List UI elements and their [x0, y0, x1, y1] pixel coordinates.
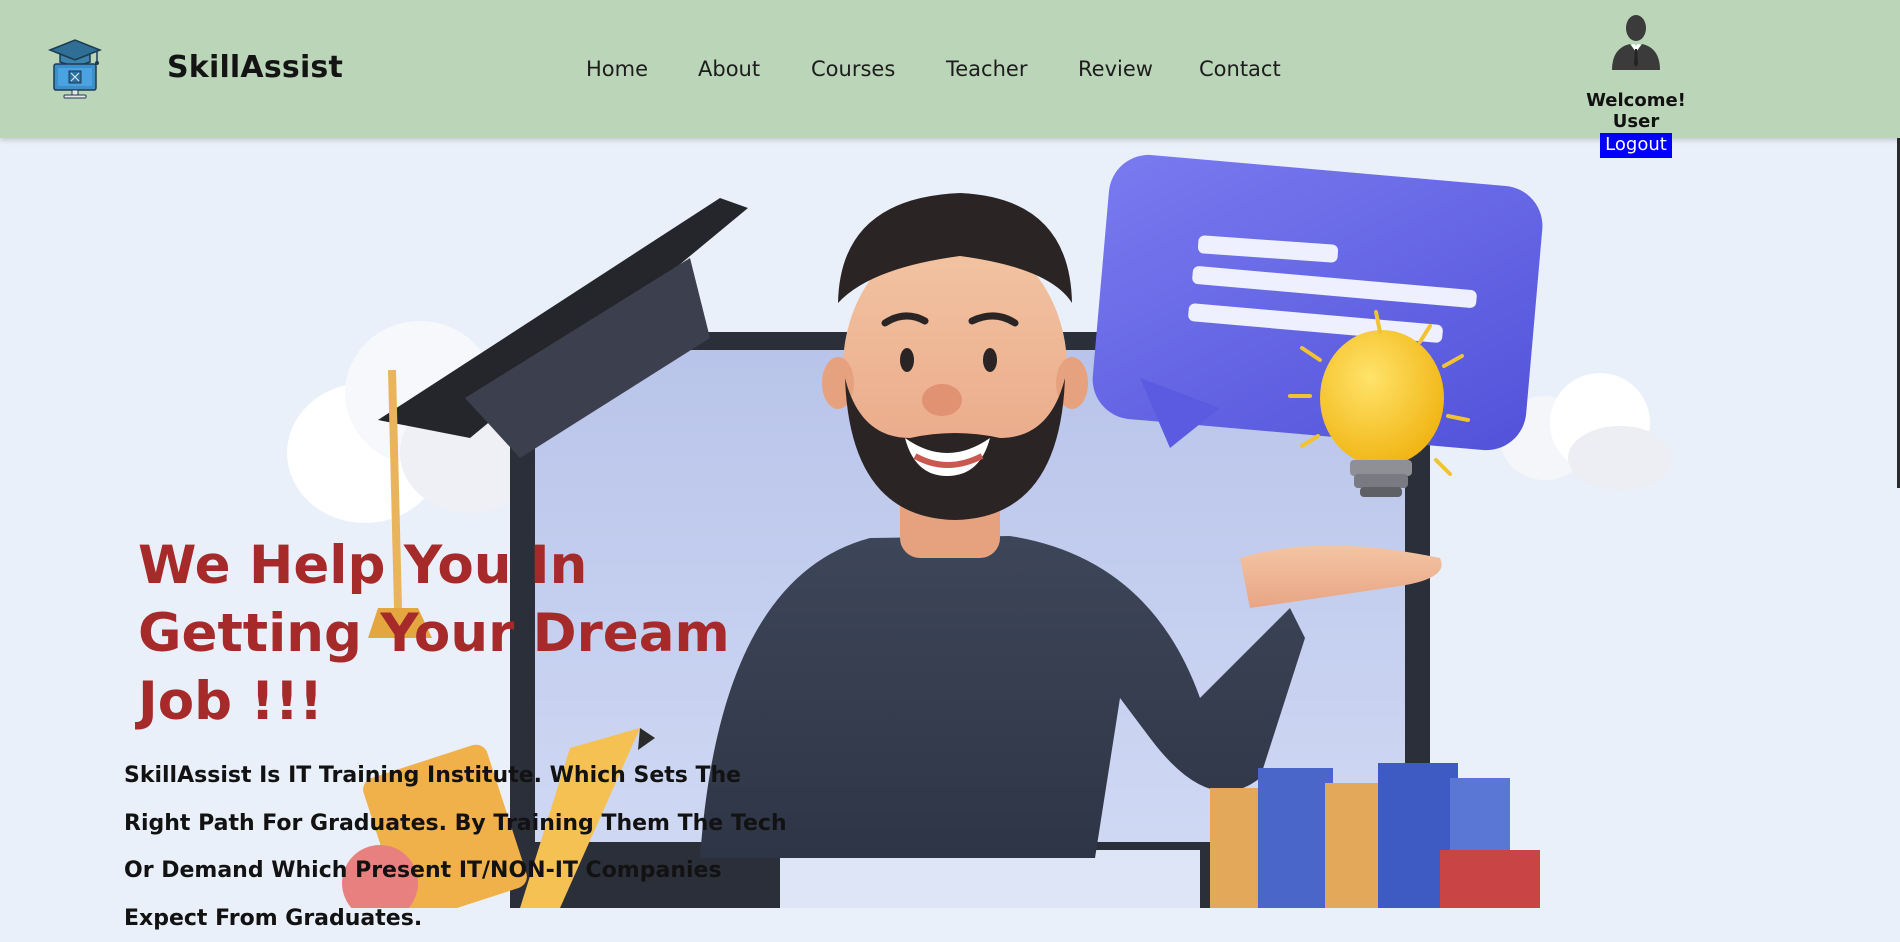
hero-description: SkillAssist Is IT Training Institute. Wh…	[124, 752, 764, 942]
graduation-monitor-icon[interactable]	[46, 38, 104, 100]
hero-description-line: Right Path For Graduates. By Training Th…	[124, 800, 764, 848]
nav-home[interactable]: Home	[586, 57, 648, 81]
site-header: SkillAssist Home About Courses Teacher R…	[0, 0, 1900, 138]
hero-description-line: Or Demand Which Present IT/NON-IT Compan…	[124, 847, 764, 895]
brand-name[interactable]: SkillAssist	[167, 50, 343, 85]
businessman-avatar-icon	[1604, 12, 1668, 70]
welcome-text: Welcome! User	[1560, 90, 1712, 132]
nav-courses[interactable]: Courses	[811, 57, 895, 81]
nav-review[interactable]: Review	[1078, 57, 1153, 81]
books-stack-icon	[1210, 763, 1540, 908]
hero-headline-line: Job !!!	[138, 668, 758, 736]
hero-headline-line: Getting Your Dream	[138, 600, 758, 668]
nav-contact[interactable]: Contact	[1199, 57, 1281, 81]
hero-headline: We Help You In Getting Your Dream Job !!…	[138, 532, 758, 736]
hero-description-line: Expect From Graduates.	[124, 895, 764, 942]
nav-about[interactable]: About	[698, 57, 760, 81]
speech-bubble-icon	[1089, 152, 1545, 454]
logout-button[interactable]: Logout	[1600, 133, 1672, 158]
nav-teacher[interactable]: Teacher	[946, 57, 1027, 81]
user-panel: Welcome! User Logout	[1560, 12, 1712, 132]
hero-description-line: SkillAssist Is IT Training Institute. Wh…	[124, 752, 764, 800]
hero-headline-line: We Help You In	[138, 532, 758, 600]
